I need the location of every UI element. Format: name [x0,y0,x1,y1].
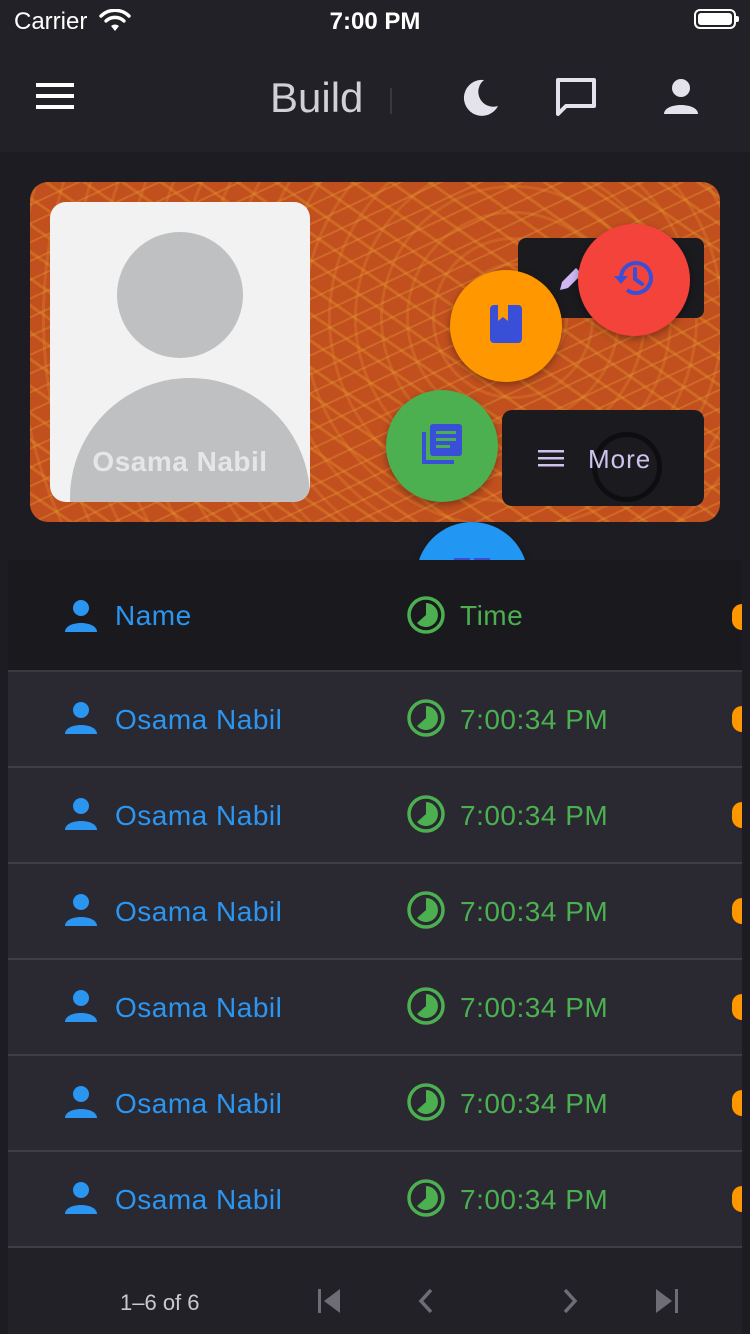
person-icon-partial [732,604,742,630]
app-bar: Build [0,40,750,152]
table-row[interactable]: Osama Nabil 7:00:34 PM [8,768,742,864]
last-page-icon[interactable] [652,1288,680,1319]
history-icon [611,255,657,306]
table-header: Name Time [8,560,742,672]
clock-icon [406,698,446,743]
first-page-icon[interactable] [316,1288,344,1319]
row-time: 7:00:34 PM [460,1088,609,1119]
person-icon-partial [732,1090,742,1116]
history-fab[interactable] [578,224,690,336]
pagination-range: 1–6 of 6 [120,1290,200,1315]
person-icon[interactable] [662,78,700,121]
person-icon [64,894,98,931]
person-icon-partial [732,898,742,924]
clock-icon [406,890,446,935]
notes-fab[interactable] [386,390,498,502]
person-icon [64,1182,98,1219]
avatar-placeholder-head [117,232,243,358]
person-icon [64,798,98,835]
row-name: Osama Nabil [115,896,283,927]
person-icon-partial [732,706,742,732]
person-icon [64,702,98,739]
row-name: Osama Nabil [115,704,283,735]
table-row[interactable]: Osama Nabil 7:00:34 PM [8,960,742,1056]
person-icon-partial [732,1186,742,1212]
next-page-icon[interactable] [560,1288,580,1319]
header-time[interactable]: Time [460,600,523,632]
row-name: Osama Nabil [115,992,283,1023]
row-name: Osama Nabil [115,1088,283,1119]
person-icon-partial [732,994,742,1020]
profile-name: Osama Nabil [92,446,268,477]
clock: 7:00 PM [329,8,421,35]
battery-icon [694,9,739,29]
clock-icon [406,794,446,839]
header-name[interactable]: Name [115,600,192,632]
clock-icon [406,986,446,1031]
table-row[interactable]: Osama Nabil 7:00:34 PM [8,1056,742,1152]
row-time: 7:00:34 PM [460,896,609,927]
more-label: More [588,444,652,474]
row-time: 7:00:34 PM [460,992,609,1023]
avatar-placeholder-body [70,378,310,502]
person-icon [64,990,98,1027]
avatar[interactable]: Osama Nabil [50,202,310,502]
bookmark-fab[interactable] [450,270,562,382]
row-time: 7:00:34 PM [460,704,609,735]
table-row[interactable]: Osama Nabil 7:00:34 PM [8,672,742,768]
pagination: 1–6 of 6 [8,1248,742,1334]
data-table: Name Time Osama Nabil 7:00:34 PM Osama N… [8,560,742,1248]
chat-icon[interactable] [554,76,598,125]
library-books-icon [420,422,464,471]
clock-icon [406,1082,446,1127]
clock-icon [406,595,446,640]
clock-icon [406,1178,446,1223]
moon-icon[interactable] [458,76,502,125]
row-time: 7:00:34 PM [460,800,609,831]
bookmark-icon [488,303,524,350]
previous-page-icon[interactable] [416,1288,436,1319]
person-icon [64,600,98,637]
table-row[interactable]: Osama Nabil 7:00:34 PM [8,1152,742,1248]
status-bar: Carrier 7:00 PM [0,0,750,40]
table-row[interactable]: Osama Nabil 7:00:34 PM [8,864,742,960]
row-name: Osama Nabil [115,800,283,831]
row-time: 7:00:34 PM [460,1184,609,1215]
menu-icon [538,448,564,473]
more-button[interactable]: More [502,410,704,506]
row-name: Osama Nabil [115,1184,283,1215]
person-icon [64,1086,98,1123]
page-title: Build [270,74,364,121]
menu-icon[interactable] [36,82,74,115]
person-icon-partial [732,802,742,828]
title-divider [390,88,392,114]
